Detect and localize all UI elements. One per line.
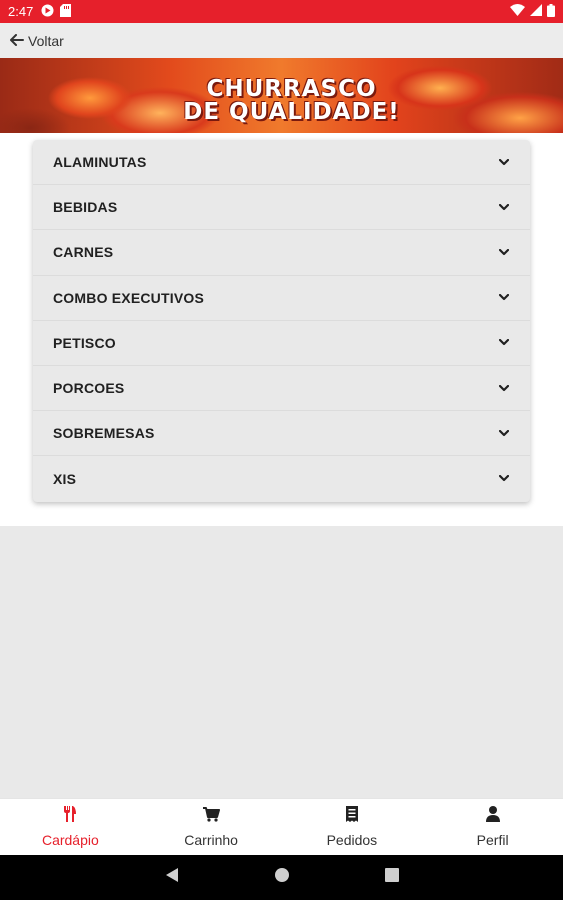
sd-card-icon xyxy=(60,3,72,20)
category-list: ALAMINUTAS BEBIDAS CARNES COMBO EXECUTIV… xyxy=(33,140,530,502)
battery-icon xyxy=(547,3,555,20)
category-row-sobremesas[interactable]: SOBREMESAS xyxy=(33,411,530,457)
banner-image: CHURRASCO DE QUALIDADE! xyxy=(0,58,563,133)
banner-line-1: CHURRASCO xyxy=(206,76,377,102)
receipt-icon xyxy=(345,806,358,827)
category-row-porcoes[interactable]: PORCOES xyxy=(33,366,530,412)
status-time: 2:47 xyxy=(8,4,34,19)
nav-label: Cardápio xyxy=(41,832,99,848)
chevron-down-icon xyxy=(498,292,510,304)
home-circle-icon[interactable] xyxy=(274,867,290,888)
top-bar: Voltar xyxy=(0,23,563,58)
category-label: COMBO EXECUTIVOS xyxy=(53,289,204,306)
nav-label: Carrinho xyxy=(184,831,238,848)
nav-label: Perfil xyxy=(476,832,509,848)
system-navigation-bar xyxy=(0,855,563,900)
nav-label: Pedidos xyxy=(326,832,378,848)
category-label: XIS xyxy=(53,470,77,487)
category-row-carnes[interactable]: CARNES xyxy=(33,230,530,276)
nav-item-carrinho[interactable]: Carrinho xyxy=(141,799,282,855)
cart-icon xyxy=(202,806,220,827)
category-row-petisco[interactable]: PETISCO xyxy=(33,321,530,366)
bottom-navigation: Cardápio Carrinho Pedidos Perfil xyxy=(0,798,563,855)
category-row-combo-executivos[interactable]: COMBO EXECUTIVOS xyxy=(33,276,530,321)
back-triangle-icon[interactable] xyxy=(165,867,179,888)
recents-square-icon[interactable] xyxy=(384,868,399,887)
back-label: Voltar xyxy=(28,32,64,49)
banner-line-2: DE QUALIDADE! xyxy=(183,99,400,125)
status-bar: 2:47 xyxy=(0,0,563,23)
nav-item-perfil[interactable]: Perfil xyxy=(422,799,563,855)
banner-title: CHURRASCO DE QUALIDADE! xyxy=(0,78,563,124)
chevron-down-icon xyxy=(498,473,510,485)
category-row-xis[interactable]: XIS xyxy=(33,456,530,501)
wifi-icon xyxy=(510,4,525,19)
category-label: PETISCO xyxy=(53,334,116,351)
arrow-left-icon xyxy=(10,33,24,49)
user-icon xyxy=(485,806,500,827)
chevron-down-icon xyxy=(498,337,510,349)
chevron-down-icon xyxy=(498,156,510,168)
nav-item-cardapio[interactable]: Cardápio xyxy=(0,799,141,855)
category-label: PORCOES xyxy=(53,380,125,397)
back-button[interactable]: Voltar xyxy=(10,33,64,49)
chevron-down-icon xyxy=(498,382,510,394)
chevron-down-icon xyxy=(498,427,510,439)
category-row-alaminutas[interactable]: ALAMINUTAS xyxy=(33,140,530,186)
chevron-down-icon xyxy=(498,246,510,258)
utensils-icon xyxy=(63,806,77,827)
category-label: BEBIDAS xyxy=(53,199,118,216)
nav-item-pedidos[interactable]: Pedidos xyxy=(282,799,423,855)
category-label: SOBREMESAS xyxy=(53,425,155,442)
category-label: CARNES xyxy=(53,244,114,261)
chevron-down-icon xyxy=(498,201,510,213)
category-row-bebidas[interactable]: BEBIDAS xyxy=(33,185,530,231)
category-label: ALAMINUTAS xyxy=(53,154,147,171)
signal-icon xyxy=(530,4,542,19)
google-play-icon xyxy=(41,4,54,20)
